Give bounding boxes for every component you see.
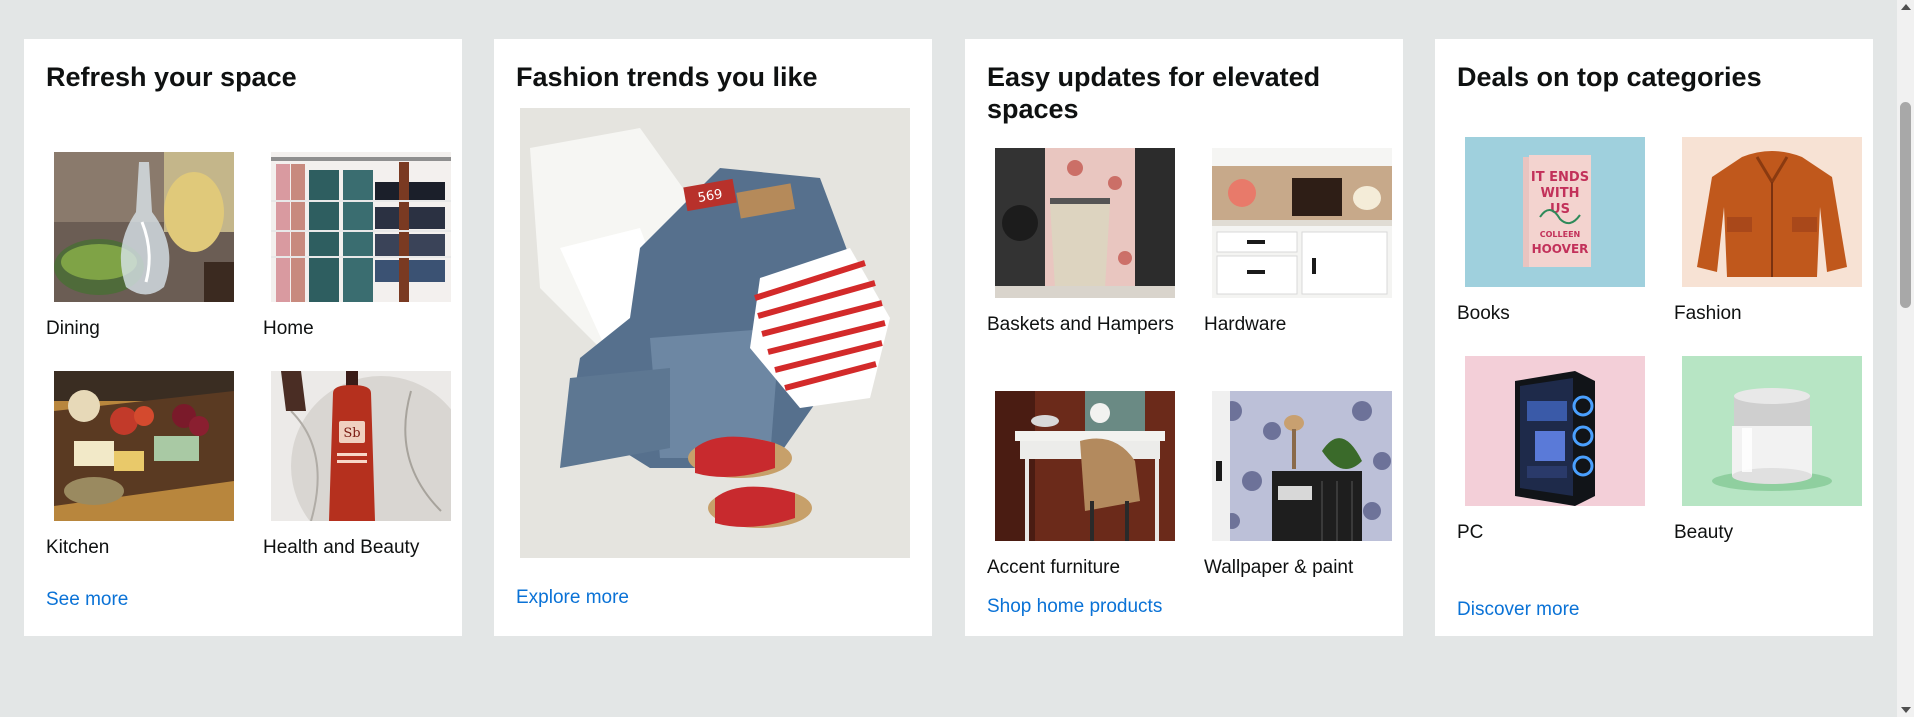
health-and-beauty-image[interactable]: Sb bbox=[271, 371, 451, 521]
tile-label: Dining bbox=[46, 318, 100, 339]
pc-image[interactable] bbox=[1465, 356, 1645, 506]
books-image[interactable]: IT ENDS WITH US COLLEEN HOOVER bbox=[1465, 137, 1645, 287]
tile-label: Health and Beauty bbox=[263, 537, 420, 558]
card-deals-top-categories: Deals on top categories IT ENDS WITH US … bbox=[1435, 39, 1873, 636]
accent-furniture-image[interactable] bbox=[995, 391, 1175, 541]
scroll-down-arrow-icon[interactable] bbox=[1901, 707, 1911, 713]
tile-label: Accent furniture bbox=[987, 557, 1121, 578]
tile-label: PC bbox=[1457, 522, 1484, 543]
book-line-2: WITH bbox=[1541, 186, 1580, 201]
page-scrollbar[interactable] bbox=[1897, 0, 1914, 717]
see-more-link[interactable]: See more bbox=[46, 589, 128, 611]
wallpaper-and-paint-image[interactable] bbox=[1212, 391, 1392, 541]
tile-label: Home bbox=[263, 318, 314, 339]
book-author-1: COLLEEN bbox=[1540, 230, 1581, 239]
card-title: Easy updates for elevated spaces bbox=[987, 62, 1321, 124]
scroll-up-arrow-icon[interactable] bbox=[1901, 4, 1911, 10]
bottle-brand: Sb bbox=[343, 426, 360, 441]
dining-image[interactable] bbox=[54, 152, 234, 302]
baskets-and-hampers-image[interactable] bbox=[995, 148, 1175, 298]
tile-label: Books bbox=[1457, 303, 1510, 324]
card-title: Refresh your space bbox=[46, 62, 297, 92]
fashion-category-image[interactable] bbox=[1682, 137, 1862, 287]
scrollbar-thumb[interactable] bbox=[1900, 102, 1911, 308]
tile-label: Fashion bbox=[1674, 303, 1742, 324]
book-line-1: IT ENDS bbox=[1531, 170, 1589, 185]
hardware-image[interactable] bbox=[1212, 148, 1392, 298]
tile-label: Hardware bbox=[1204, 314, 1287, 335]
card-refresh-your-space: Refresh your space Dining Home Kitchen S… bbox=[24, 39, 462, 636]
discover-more-link[interactable]: Discover more bbox=[1457, 599, 1579, 621]
book-author-2: HOOVER bbox=[1532, 242, 1589, 256]
explore-more-link[interactable]: Explore more bbox=[516, 587, 629, 609]
card-title: Fashion trends you like bbox=[516, 62, 818, 92]
tile-label: Beauty bbox=[1674, 522, 1734, 543]
book-line-3: US bbox=[1550, 202, 1570, 217]
card-title: Deals on top categories bbox=[1457, 62, 1762, 92]
card-fashion-trends: Fashion trends you like 569 Explore more bbox=[494, 39, 932, 636]
beauty-image[interactable] bbox=[1682, 356, 1862, 506]
card-easy-updates: Easy updates for elevated spaces Baskets… bbox=[965, 39, 1403, 636]
tile-label: Kitchen bbox=[46, 537, 110, 558]
tile-label: Wallpaper & paint bbox=[1204, 557, 1354, 578]
kitchen-image[interactable] bbox=[54, 371, 234, 521]
tile-label: Baskets and Hampers bbox=[987, 314, 1174, 335]
fashion-image[interactable]: 569 bbox=[520, 108, 910, 558]
home-image[interactable] bbox=[271, 152, 451, 302]
shop-home-products-link[interactable]: Shop home products bbox=[987, 596, 1162, 618]
